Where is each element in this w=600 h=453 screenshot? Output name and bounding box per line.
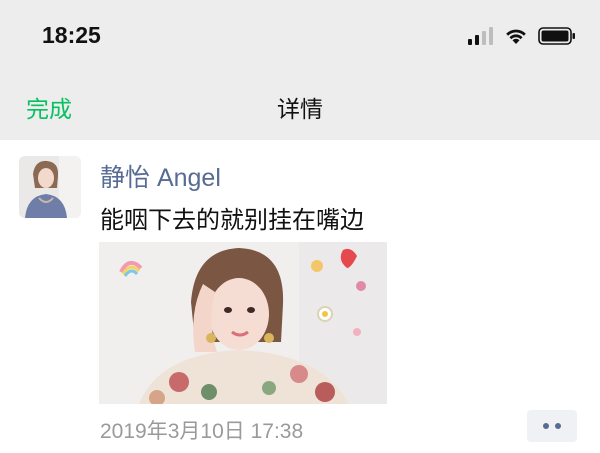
post-photo[interactable] xyxy=(99,242,387,404)
nav-bar: 详情 完成 xyxy=(0,72,600,140)
more-actions-button[interactable] xyxy=(527,410,577,442)
battery-icon xyxy=(538,27,575,45)
avatar[interactable] xyxy=(19,156,81,218)
post-text: 能咽下去的就别挂在嘴边 xyxy=(100,206,364,234)
more-dots-icon xyxy=(555,423,561,429)
status-bar: 18:25 xyxy=(0,0,600,72)
page-title: 详情 xyxy=(277,97,323,123)
done-button[interactable]: 完成 xyxy=(26,90,72,124)
status-time: 18:25 xyxy=(42,22,101,48)
wifi-icon xyxy=(506,29,526,44)
more-dots-icon xyxy=(543,423,549,429)
signal-icon xyxy=(468,27,493,45)
status-icons xyxy=(468,26,576,46)
author-name[interactable]: 静怡 Angel xyxy=(100,158,221,194)
post-detail: 静怡 Angel 能咽下去的就别挂在嘴边 2019年3月10日 17:38 xyxy=(0,140,600,453)
post-timestamp: 2019年3月10日 17:38 xyxy=(100,420,304,443)
